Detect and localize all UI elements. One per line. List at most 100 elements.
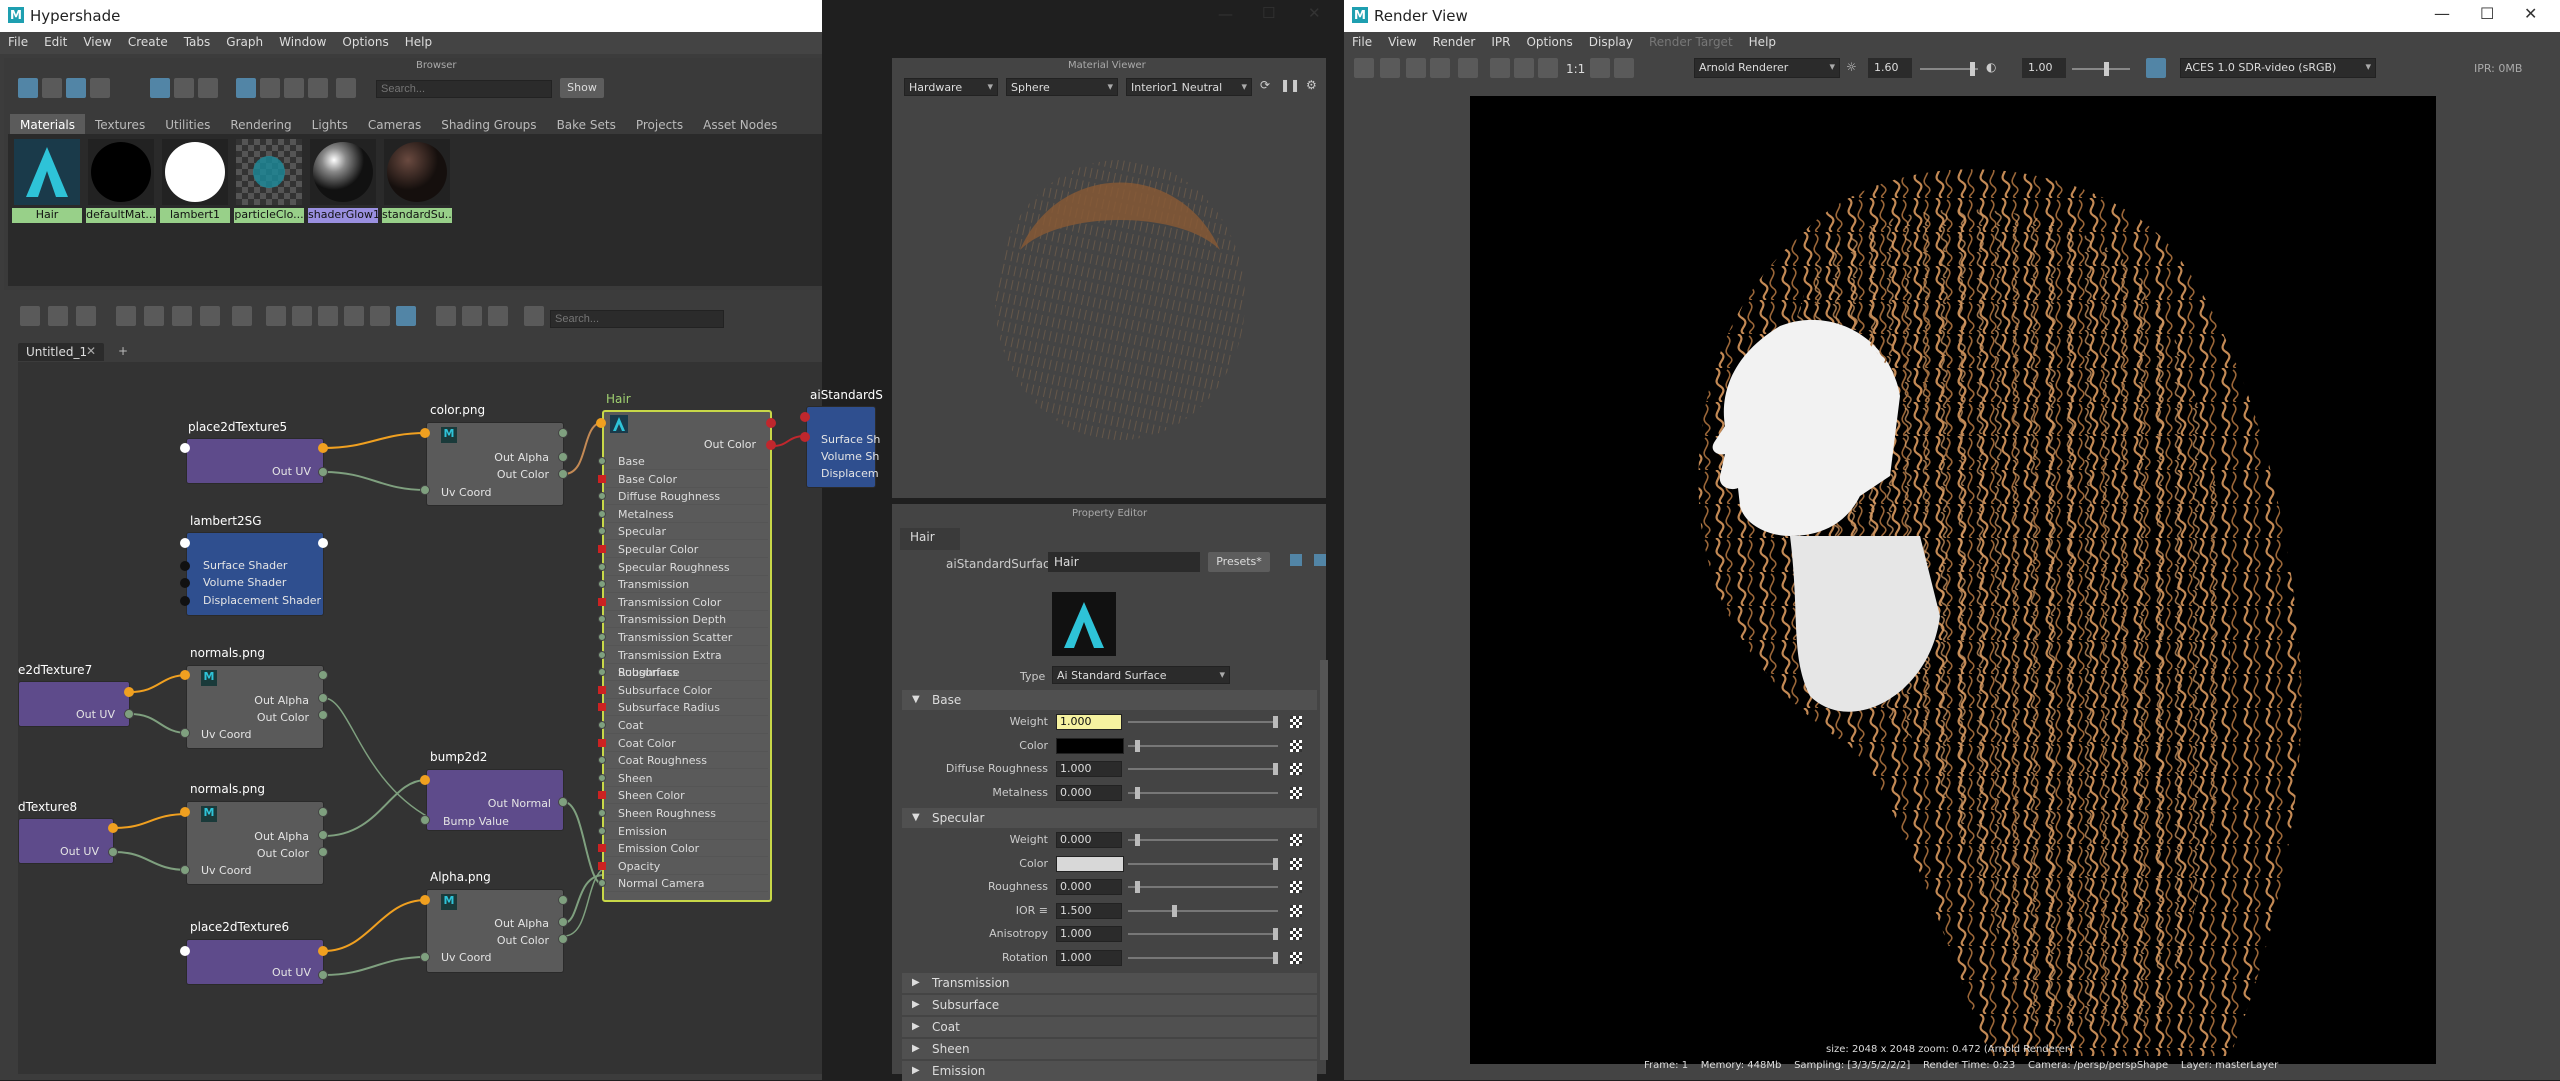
rv-render-icon[interactable]: [1354, 58, 1374, 78]
node-input-dot[interactable]: [800, 412, 810, 422]
gamma-slider-knob[interactable]: [2104, 62, 2109, 76]
attr-slider[interactable]: [1128, 791, 1278, 794]
section-header-emission[interactable]: ▶ Emission: [902, 1061, 1317, 1081]
attr-slider-knob[interactable]: [1135, 786, 1141, 799]
attr-port-dot[interactable]: [598, 861, 606, 870]
attr-slider[interactable]: [1128, 909, 1278, 912]
expand-triangle-icon[interactable]: ▶: [912, 1061, 920, 1081]
attr-slider-knob[interactable]: [1135, 739, 1141, 752]
material-viewer-renderer-select[interactable]: Hardware: [904, 78, 998, 96]
node-place2dtexture5[interactable]: Out UV: [186, 438, 324, 484]
port-dot[interactable]: [420, 952, 430, 962]
expand-triangle-icon[interactable]: ▶: [912, 973, 920, 993]
hair-attr-row[interactable]: Subsurface Color: [606, 682, 768, 699]
node-input-dot[interactable]: [420, 428, 430, 438]
port-dot[interactable]: [318, 710, 328, 720]
port-dot[interactable]: [558, 452, 568, 462]
shader-type-select[interactable]: Ai Standard Surface: [1052, 666, 1230, 684]
attr-value-field[interactable]: 0.000: [1056, 879, 1122, 895]
attr-value-field[interactable]: 1.000: [1056, 714, 1122, 730]
attr-port-dot[interactable]: [598, 474, 606, 483]
attr-slider[interactable]: [1128, 886, 1278, 888]
rv-keep-image-icon[interactable]: [1490, 58, 1510, 78]
hair-attr-row[interactable]: Sheen Color: [606, 787, 768, 805]
attr-value-field[interactable]: 1.000: [1056, 761, 1122, 777]
port-dot[interactable]: [420, 485, 430, 495]
node-input-dot[interactable]: [420, 895, 430, 905]
attr-port-dot[interactable]: [598, 721, 606, 729]
attr-port-dot[interactable]: [598, 791, 606, 800]
attr-slider-knob[interactable]: [1273, 857, 1278, 870]
exposure-field[interactable]: 1.60: [1868, 58, 1912, 78]
attr-slider[interactable]: [1128, 721, 1278, 723]
hair-attr-row[interactable]: Subsurface: [606, 664, 768, 682]
rv-menu-file[interactable]: File: [1344, 32, 1380, 52]
section-header-subsurface[interactable]: ▶ Subsurface: [902, 995, 1317, 1015]
hair-attr-row[interactable]: Diffuse Roughness: [606, 488, 768, 506]
attr-slider[interactable]: [1128, 768, 1278, 770]
map-button-icon[interactable]: [1290, 951, 1302, 964]
port-dot[interactable]: [318, 467, 328, 477]
map-button-icon[interactable]: [1290, 857, 1302, 870]
close-button[interactable]: ✕: [2524, 4, 2537, 23]
port-dot[interactable]: [558, 469, 568, 479]
port-dot[interactable]: [180, 728, 190, 738]
node-output-dot[interactable]: [318, 443, 328, 453]
exposure-icon[interactable]: ☼: [1846, 60, 1857, 74]
gamma-icon[interactable]: ◐: [1986, 60, 1996, 74]
attr-port-dot[interactable]: [598, 844, 606, 853]
port-dot[interactable]: [180, 865, 190, 875]
port-dot[interactable]: [318, 970, 328, 980]
hair-attr-row[interactable]: Specular Roughness: [606, 559, 768, 576]
attr-port-dot[interactable]: [598, 826, 606, 835]
exposure-slider-knob[interactable]: [1970, 62, 1975, 76]
rv-fit-icon[interactable]: [1590, 58, 1610, 78]
map-button-icon[interactable]: [1290, 763, 1302, 775]
hair-attr-row[interactable]: Emission: [606, 823, 768, 840]
hair-attr-row[interactable]: Base: [606, 453, 768, 470]
hair-attr-row[interactable]: Transmission Extra Roughness: [606, 647, 768, 679]
map-button-icon[interactable]: [1290, 786, 1302, 799]
attr-port-dot[interactable]: [598, 650, 606, 659]
port-dot[interactable]: [420, 815, 430, 825]
node-place2dtexture8[interactable]: Out UV: [18, 818, 114, 864]
node-normals-png-2[interactable]: M Out Alpha Out Color Uv Coord: [186, 801, 324, 885]
focus-icon[interactable]: [1290, 554, 1302, 566]
node-aistandard-sg[interactable]: Surface Sh Volume Sh Displacem: [806, 406, 880, 488]
attr-slider[interactable]: [1128, 956, 1278, 959]
hair-attr-row[interactable]: Specular Color: [606, 541, 768, 558]
node-normals-png-1[interactable]: M Out Alpha Out Color Uv Coord: [186, 665, 324, 749]
rv-menu-options[interactable]: Options: [1518, 32, 1580, 52]
hair-attr-row[interactable]: Coat: [606, 717, 768, 734]
hair-attr-row[interactable]: Sheen: [606, 770, 768, 787]
hs-close-button[interactable]: ✕: [1308, 4, 1321, 22]
node-output-dot[interactable]: [318, 670, 328, 680]
node-output-dot[interactable]: [558, 428, 568, 438]
node-place2dtexture6[interactable]: Out UV: [186, 939, 324, 985]
node-output-dot[interactable]: [318, 538, 328, 548]
node-input-dot[interactable]: [420, 775, 430, 785]
attr-slider-knob[interactable]: [1135, 881, 1141, 893]
hair-attr-row[interactable]: Emission Color: [606, 840, 768, 858]
expand-triangle-icon[interactable]: ▶: [912, 995, 920, 1015]
node-input-dot[interactable]: [180, 946, 190, 956]
attr-port-dot[interactable]: [598, 703, 606, 712]
attr-port-dot[interactable]: [598, 545, 606, 553]
color-swatch-field[interactable]: [1056, 737, 1124, 754]
presets-button[interactable]: Presets*: [1208, 552, 1270, 572]
gamma-slider[interactable]: [2072, 68, 2130, 70]
rv-menu-render-target[interactable]: Render Target: [1641, 32, 1741, 52]
node-output-dot[interactable]: [124, 687, 134, 697]
section-header-transmission[interactable]: ▶ Transmission: [902, 973, 1317, 993]
attr-slider-knob[interactable]: [1273, 928, 1278, 940]
attr-port-dot[interactable]: [598, 773, 606, 782]
attr-port-dot[interactable]: [598, 562, 606, 571]
property-editor-tab[interactable]: Hair: [900, 528, 960, 550]
material-viewer-geometry-select[interactable]: Sphere: [1006, 78, 1118, 96]
node-input-dot[interactable]: [180, 538, 190, 548]
pause-icon[interactable]: ❚❚: [1280, 78, 1300, 92]
gamma-field[interactable]: 1.00: [2022, 58, 2066, 78]
window-divider[interactable]: [1336, 0, 1344, 1080]
node-output-dot[interactable]: [318, 807, 328, 817]
hair-attr-row[interactable]: Transmission Scatter: [606, 629, 768, 646]
